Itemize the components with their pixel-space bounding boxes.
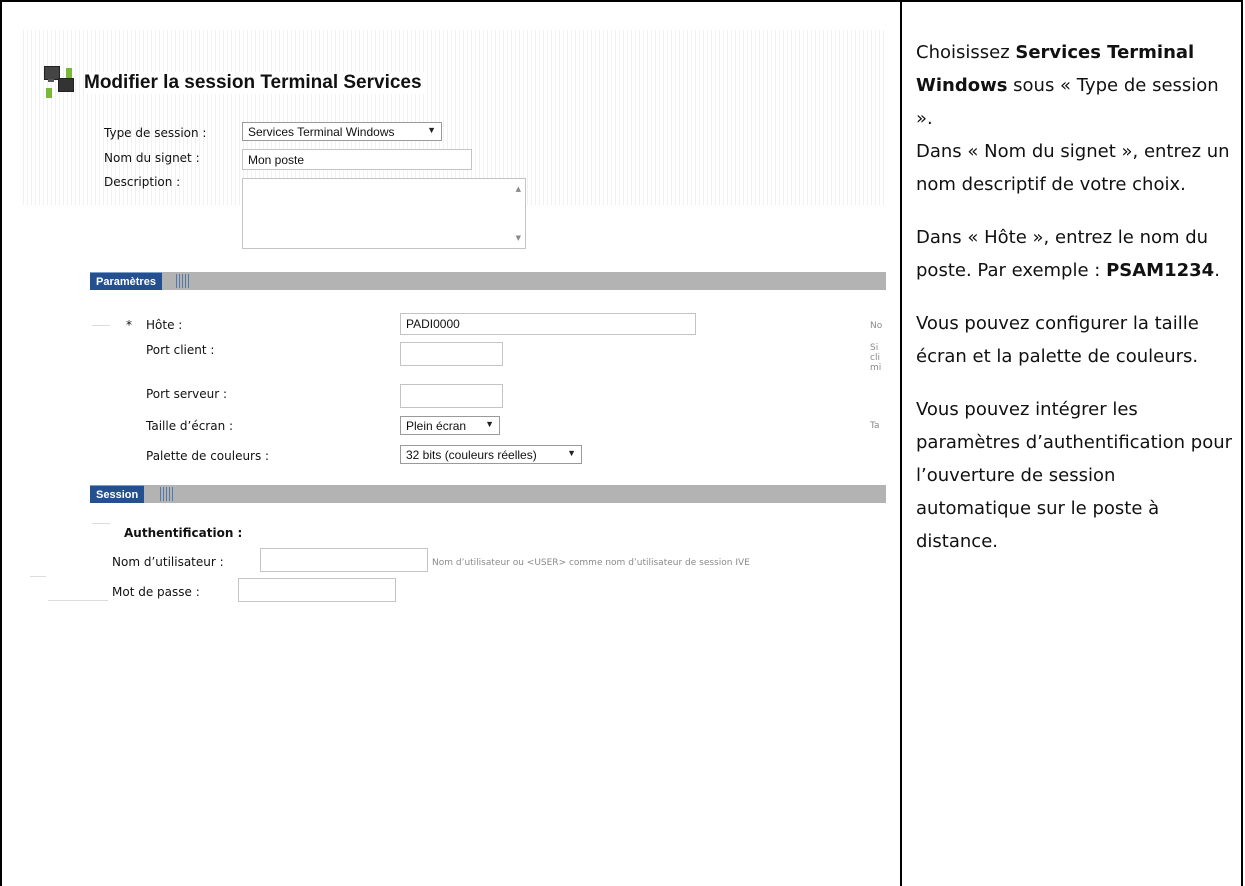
screen-size-select[interactable]: Plein écran ▼: [400, 416, 500, 435]
row-marker: [30, 576, 46, 577]
chevron-down-icon: ▼: [567, 448, 576, 458]
scroll-up-icon[interactable]: ▲: [516, 185, 521, 193]
parametres-section-tab: Paramètres: [90, 272, 162, 290]
instruction-text: .: [1214, 260, 1220, 281]
scroll-down-icon[interactable]: ▼: [516, 234, 521, 242]
palette-select[interactable]: 32 bits (couleurs réelles) ▼: [400, 445, 582, 464]
page-title: Modifier la session Terminal Services: [84, 72, 426, 94]
client-port-input[interactable]: [400, 342, 503, 366]
row-marker: [92, 325, 110, 326]
session-type-value: Services Terminal Windows: [248, 125, 395, 139]
screen-size-hint: Ta: [870, 421, 880, 431]
username-hint: Nom d’utilisateur ou <USER> comme nom d’…: [432, 558, 750, 568]
instruction-bookmark: Dans « Nom du signet », entrez un nom de…: [916, 141, 1230, 195]
row-marker: [92, 523, 110, 524]
server-port-input[interactable]: [400, 384, 503, 408]
instruction-session-type: Choisissez Services Terminal Windows sou…: [916, 36, 1236, 135]
instruction-text: Choisissez: [916, 42, 1016, 63]
username-input[interactable]: [260, 548, 428, 572]
screen-size-value: Plein écran: [406, 419, 467, 433]
session-section-tab: Session: [90, 485, 145, 503]
client-port-label: Port client :: [146, 343, 215, 357]
description-label: Description :: [104, 175, 181, 189]
chevron-down-icon: ▼: [427, 125, 436, 135]
screen-size-label: Taille d’écran :: [146, 419, 234, 433]
server-port-label: Port serveur :: [146, 387, 228, 401]
palette-label: Palette de couleurs :: [146, 449, 270, 463]
client-port-hint: Si: [870, 343, 879, 353]
page-title-row: Modifier la session Terminal Services: [44, 66, 426, 100]
instruction-display: Vous pouvez configurer la taille écran e…: [916, 313, 1199, 367]
section-grip-icon: [160, 487, 174, 501]
instructions-column: Choisissez Services Terminal Windows sou…: [916, 36, 1236, 558]
required-mark: *: [126, 318, 132, 332]
parametres-section-bar: Paramètres: [90, 272, 886, 290]
host-label: Hôte :: [146, 318, 183, 332]
session-form-screenshot: Modifier la session Terminal Services Ty…: [20, 30, 886, 630]
bookmark-name-value: Mon poste: [248, 153, 305, 167]
auth-heading: Authentification :: [124, 526, 243, 540]
bookmark-name-input[interactable]: Mon poste: [242, 149, 472, 170]
client-port-hint-2: cli: [870, 353, 880, 363]
description-textarea[interactable]: ▲ ▼: [242, 178, 526, 249]
section-grip-icon: [176, 274, 190, 288]
instruction-bold: PSAM1234: [1106, 260, 1215, 281]
session-type-label: Type de session :: [104, 126, 207, 140]
host-input[interactable]: PADI0000: [400, 313, 696, 335]
chevron-down-icon: ▼: [485, 419, 494, 429]
host-value: PADI0000: [406, 317, 460, 331]
username-label: Nom d’utilisateur :: [112, 555, 224, 569]
password-label: Mot de passe :: [112, 585, 200, 599]
client-port-hint-3: mi: [870, 363, 882, 373]
session-type-select[interactable]: Services Terminal Windows ▼: [242, 122, 442, 141]
terminal-network-icon: [44, 66, 76, 100]
instruction-host: Dans « Hôte », entrez le nom du poste. P…: [916, 221, 1236, 287]
instruction-auth: Vous pouvez intégrer les paramètres d’au…: [916, 399, 1233, 552]
palette-value: 32 bits (couleurs réelles): [406, 448, 537, 462]
host-hint: No: [870, 321, 883, 331]
bookmark-label: Nom du signet :: [104, 151, 200, 165]
column-divider: [900, 0, 902, 886]
session-section-bar: Session: [90, 485, 886, 503]
password-input[interactable]: [238, 578, 396, 602]
row-marker: [48, 600, 108, 601]
